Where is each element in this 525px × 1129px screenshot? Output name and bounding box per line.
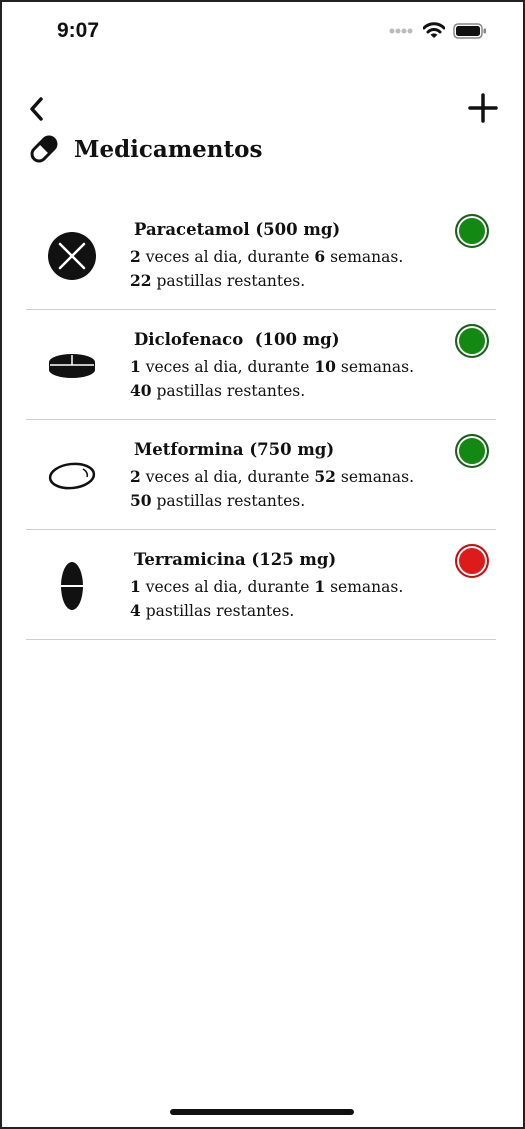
medication-name: Paracetamol (500 mg) xyxy=(134,220,341,239)
medication-name: Metformina (750 mg) xyxy=(134,440,335,459)
medication-schedule: 1 veces al dia, durante 1 semanas. xyxy=(130,577,404,596)
add-medication-plus-icon[interactable] xyxy=(467,92,499,124)
medication-remaining: 50 pastillas restantes. xyxy=(130,491,306,510)
medication-list: Paracetamol (500 mg) 2 veces al dia, dur… xyxy=(26,200,496,640)
signal-icon xyxy=(389,28,413,34)
medication-schedule: 2 veces al dia, durante 6 semanas. xyxy=(130,247,404,266)
status-icons xyxy=(389,22,487,40)
status-time: 9:07 xyxy=(57,19,100,42)
medication-schedule: 1 veces al dia, durante 10 semanas. xyxy=(130,357,415,376)
status-bar: 9:07 xyxy=(0,0,521,60)
medication-item[interactable]: Terramicina (125 mg) 1 veces al dia, dur… xyxy=(26,530,496,640)
status-indicator[interactable] xyxy=(455,544,489,578)
medication-name: Terramicina (125 mg) xyxy=(134,550,337,569)
medication-item[interactable]: Paracetamol (500 mg) 2 veces al dia, dur… xyxy=(26,200,496,310)
home-indicator[interactable] xyxy=(170,1109,354,1115)
status-indicator[interactable] xyxy=(455,214,489,248)
pill-disc-icon xyxy=(46,340,98,392)
medication-remaining: 22 pastillas restantes. xyxy=(130,271,306,290)
pill-oval-icon xyxy=(46,450,98,502)
medication-info: Terramicina (125 mg) 1 veces al dia, dur… xyxy=(130,548,403,623)
status-indicator[interactable] xyxy=(455,324,489,358)
page-title: Medicamentos xyxy=(74,135,263,163)
medication-remaining: 4 pastillas restantes. xyxy=(130,601,295,620)
wifi-icon xyxy=(423,22,445,38)
medication-schedule: 2 veces al dia, durante 52 semanas. xyxy=(130,467,415,486)
title-row: Medicamentos xyxy=(28,134,262,164)
medication-info: Metformina (750 mg) 2 veces al dia, dura… xyxy=(130,438,414,513)
battery-icon xyxy=(453,23,486,39)
medication-info: Paracetamol (500 mg) 2 veces al dia, dur… xyxy=(130,218,403,293)
back-chevron-icon[interactable] xyxy=(26,94,48,124)
pill-icon xyxy=(30,135,58,163)
nav-bar xyxy=(0,88,521,128)
medication-info: Diclofenaco (100 mg) 1 veces al dia, dur… xyxy=(130,328,414,403)
medication-remaining: 40 pastillas restantes. xyxy=(130,381,306,400)
pill-round-cross-icon xyxy=(46,230,98,282)
medication-name: Diclofenaco (100 mg) xyxy=(134,330,340,349)
pill-capsule-icon xyxy=(46,560,98,612)
medication-item[interactable]: Metformina (750 mg) 2 veces al dia, dura… xyxy=(26,420,496,530)
medication-item[interactable]: Diclofenaco (100 mg) 1 veces al dia, dur… xyxy=(26,310,496,420)
status-indicator[interactable] xyxy=(455,434,489,468)
